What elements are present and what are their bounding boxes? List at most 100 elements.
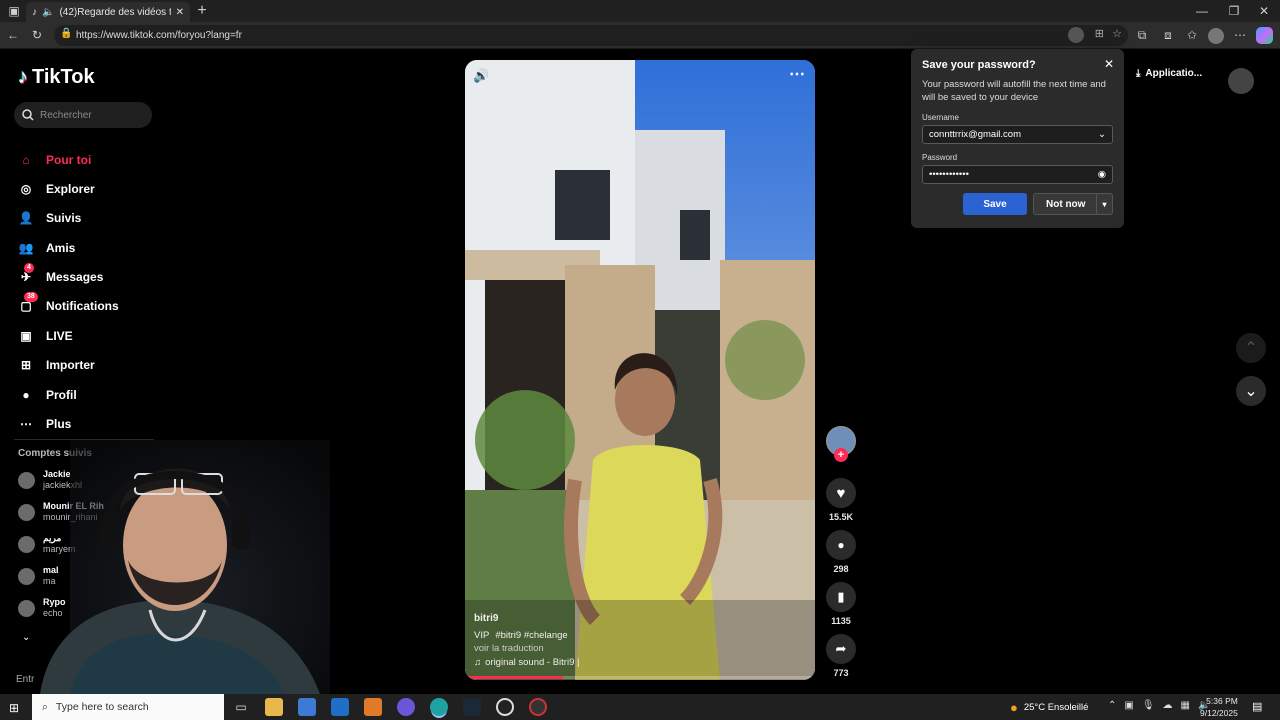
outlook-icon[interactable] (331, 698, 349, 716)
mute-icon[interactable]: 🔊 (473, 68, 489, 84)
search-input[interactable]: Rechercher (14, 102, 152, 128)
close-window-button[interactable]: ✕ (1252, 0, 1276, 22)
taskbar-search[interactable]: ⌕ Type here to search (32, 694, 224, 720)
follow-plus-icon[interactable]: + (834, 448, 848, 462)
video-player[interactable]: 🔊 ⋯ bitri9 VIP #bitri9 #chelange voir la… (465, 60, 815, 680)
weather-widget[interactable]: ● 25°C Ensoleillé (1010, 694, 1088, 720)
split-screen-icon[interactable]: ⧈ (1158, 24, 1178, 46)
password-key-icon[interactable] (1068, 27, 1084, 43)
more-options-icon[interactable]: ⋯ (789, 64, 805, 84)
speaker-icon[interactable]: 🔈 (42, 7, 54, 18)
previous-video-button[interactable]: ⌃ (1236, 333, 1266, 363)
sound-link[interactable]: ♫ original sound - Bitri9 | (474, 657, 579, 668)
file-explorer-icon[interactable] (265, 698, 283, 716)
tiktok-favicon-icon: ♪ (32, 6, 37, 18)
discord-icon[interactable] (397, 698, 415, 716)
nav-item-amis[interactable]: 👥 Amis (18, 236, 258, 260)
microphone-icon[interactable]: 🎙 (1142, 700, 1155, 711)
tab-actions-icon[interactable]: ▣ (4, 0, 24, 22)
store-icon[interactable] (298, 698, 316, 716)
system-tray[interactable]: ⌃ ▣ 🎙 ☁ ▦ 🔈 (1108, 700, 1210, 711)
refresh-button[interactable]: ↻ (26, 24, 48, 46)
save-password-dialog: Save your password? ✕ Your password will… (911, 49, 1124, 228)
onedrive-icon[interactable]: ☁ (1163, 700, 1173, 711)
user-avatar[interactable] (1228, 68, 1254, 94)
save-password-button[interactable]: Save (963, 193, 1027, 215)
dropdown-chevron-icon[interactable]: ▾ (1096, 194, 1112, 214)
obs-icon[interactable] (496, 698, 514, 716)
save-button[interactable]: ▮ 1135 (826, 582, 856, 626)
tiktok-logo[interactable]: ♪ TikTok (18, 66, 95, 89)
friends-icon: 👥 (18, 241, 34, 255)
address-bar[interactable]: 🔒 https://www.tiktok.com/foryou?lang=fr … (54, 25, 1128, 46)
app2-icon[interactable] (529, 698, 547, 716)
apps-icon[interactable]: ⊞ (1095, 27, 1104, 40)
task-view-icon[interactable]: ▭ (232, 698, 250, 716)
applications-label: Applicatio... (1145, 68, 1203, 79)
video-progress-track[interactable] (465, 676, 815, 679)
nav-item-plus[interactable]: ⋯ Plus (18, 412, 258, 436)
nav-item-profil[interactable]: ● Profil (18, 383, 258, 407)
not-now-button[interactable]: Not now ▾ (1033, 193, 1113, 215)
share-arrow-icon: ➦ (835, 641, 847, 656)
favorite-star-icon[interactable]: ☆ (1112, 27, 1122, 40)
clock[interactable]: 5:36 PM 9/12/2025 (1200, 695, 1238, 719)
tray-chevron-icon[interactable]: ⌃ (1108, 700, 1116, 711)
translate-link[interactable]: voir la traduction (474, 643, 544, 654)
password-label: Password (922, 153, 958, 162)
like-count: 15.5K (828, 512, 854, 522)
new-tab-button[interactable]: + (192, 0, 212, 22)
caption-hashtags[interactable]: #bitri9 #chelange (495, 630, 567, 641)
next-video-button[interactable]: ⌄ (1236, 376, 1266, 406)
comment-button[interactable]: ● 298 (826, 530, 856, 574)
nav-item-pour-toi[interactable]: ⌂ Pour toi (18, 148, 258, 172)
nav-label: Amis (46, 241, 76, 255)
nav-label: Pour toi (46, 153, 92, 167)
tray-app-icon[interactable]: ▣ (1124, 700, 1133, 711)
favorites-icon[interactable]: ✩ (1182, 24, 1202, 46)
like-button[interactable]: ♥ 15.5K (826, 478, 856, 522)
tab-title: (42)Regarde des vidéos tend (59, 6, 170, 18)
close-tab-icon[interactable]: ✕ (176, 7, 184, 18)
minimize-button[interactable]: — (1190, 0, 1214, 22)
video-author[interactable]: bitri9 (474, 613, 498, 624)
back-button[interactable]: ← (2, 24, 24, 46)
save-count: 1135 (831, 616, 851, 626)
applications-link[interactable]: ⤓ Applicatio... (1136, 68, 1202, 79)
clock-time: 5:36 PM (1206, 696, 1238, 706)
nav-label: Plus (46, 417, 72, 431)
nav-item-notifications[interactable]: ▢ 38 Notifications (18, 292, 258, 318)
nav-item-explorer[interactable]: ◎ Explorer (18, 177, 258, 201)
browser-tab[interactable]: ♪ 🔈 (42)Regarde des vidéos tend ✕ (26, 2, 190, 22)
nav-label: Explorer (46, 182, 95, 196)
user-icon: 👤 (18, 211, 34, 225)
maximize-button[interactable]: ❐ (1222, 0, 1246, 22)
password-field[interactable]: •••••••••••• ◉ (922, 165, 1113, 184)
copilot-icon[interactable] (1256, 27, 1273, 44)
nav-item-suivis[interactable]: 👤 Suivis (18, 206, 258, 230)
badge-count: 4 (24, 263, 34, 273)
windows-start-icon[interactable]: ⊞ (9, 701, 19, 715)
username-field[interactable]: connttrrix@gmail.com ⌄ (922, 125, 1113, 144)
nav-item-messages[interactable]: ✈ 4 Messages (18, 263, 258, 289)
username-label: Username (922, 113, 959, 122)
creator-avatar[interactable]: + (826, 426, 856, 462)
menu-icon[interactable]: ⋯ (1230, 24, 1250, 46)
extensions-icon[interactable]: ⧉ (1132, 24, 1152, 46)
profile-avatar[interactable] (1208, 28, 1224, 44)
nav-item-live[interactable]: ▣ LIVE (18, 324, 258, 348)
close-dialog-icon[interactable]: ✕ (1104, 57, 1114, 71)
show-password-eye-icon[interactable]: ◉ (1098, 169, 1106, 180)
steam-icon[interactable] (463, 698, 481, 716)
lock-icon: 🔒 (60, 28, 73, 39)
chevron-up-icon: ⌃ (1244, 340, 1258, 357)
network-icon[interactable]: ▦ (1181, 700, 1190, 711)
chevron-down-icon[interactable]: ⌄ (1098, 129, 1106, 140)
notification-center-icon[interactable]: ▤ (1252, 700, 1262, 713)
nav-item-importer[interactable]: ⊞ Importer (18, 353, 258, 377)
app-icon[interactable] (364, 698, 382, 716)
sun-icon: ● (1010, 699, 1018, 715)
share-button[interactable]: ➦ 773 (826, 634, 856, 678)
home-icon: ⌂ (22, 153, 30, 167)
edge-icon[interactable] (430, 698, 448, 716)
